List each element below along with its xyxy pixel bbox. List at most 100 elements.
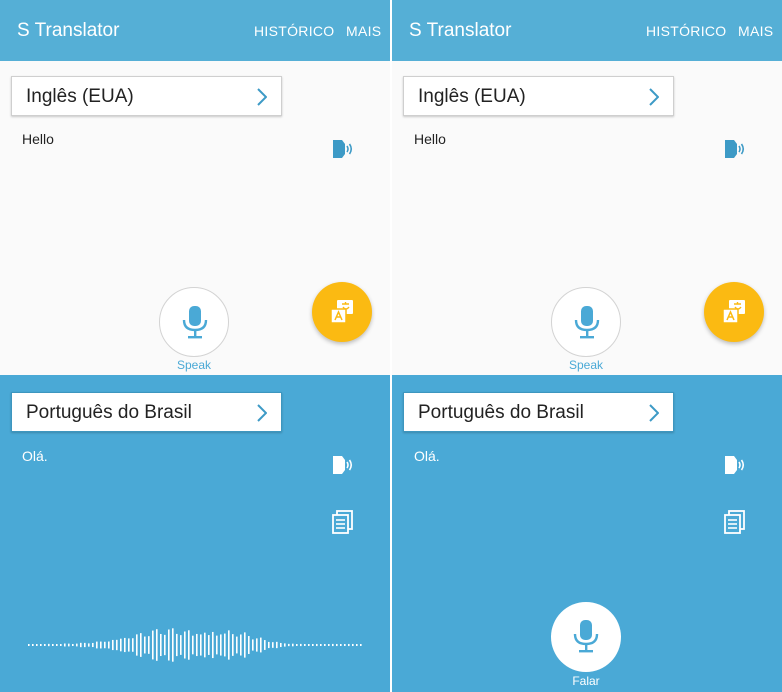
waveform-bar: [256, 638, 258, 652]
waveform-bar: [220, 634, 222, 656]
waveform-bar: [236, 636, 238, 654]
waveform-bar: [268, 641, 270, 649]
waveform-bar: [152, 630, 154, 660]
waveform-bar: [336, 643, 338, 647]
waveform-bar: [28, 644, 30, 646]
waveform-bar: [80, 642, 82, 648]
speak-source-button[interactable]: [551, 287, 621, 357]
waveform-bar: [320, 644, 322, 646]
waveform-bar: [172, 628, 174, 662]
waveform-bar: [240, 634, 242, 656]
swap-languages-button[interactable]: [704, 282, 764, 342]
speak-source-label: Speak: [176, 358, 212, 372]
waveform-bar: [180, 635, 182, 655]
chevron-right-icon: [257, 88, 267, 106]
waveform-bar: [216, 635, 218, 655]
app-title: S Translator: [17, 20, 120, 41]
speak-target-button[interactable]: [551, 602, 621, 672]
waveform-bar: [140, 633, 142, 657]
target-section: Português do Brasil Olá. Falar: [392, 375, 782, 692]
source-language-selector[interactable]: Inglês (EUA): [11, 76, 282, 116]
waveform-bar: [84, 642, 86, 648]
translator-panel-left: S Translator HISTÓRICO MAIS Inglês (EUA)…: [0, 0, 390, 692]
waveform-bar: [332, 643, 334, 647]
waveform-bar: [248, 636, 250, 654]
waveform-bar: [356, 644, 358, 646]
source-language-selector[interactable]: Inglês (EUA): [403, 76, 674, 116]
audio-waveform-icon: [28, 628, 362, 662]
waveform-bar: [316, 643, 318, 647]
waveform-bar: [136, 634, 138, 656]
waveform-bar: [292, 643, 294, 647]
microphone-icon: [573, 620, 599, 653]
waveform-bar: [284, 643, 286, 647]
app-bar: S Translator HISTÓRICO MAIS: [392, 0, 782, 61]
speaker-icon[interactable]: [330, 137, 354, 161]
waveform-bar: [252, 639, 254, 651]
source-text: Hello: [22, 131, 54, 147]
source-language-label: Inglês (EUA): [26, 86, 134, 107]
waveform-bar: [156, 629, 158, 661]
waveform-bar: [192, 635, 194, 655]
waveform-bar: [148, 636, 150, 654]
target-language-selector[interactable]: Português do Brasil: [403, 392, 674, 432]
waveform-bar: [204, 632, 206, 658]
target-language-selector[interactable]: Português do Brasil: [11, 392, 282, 432]
waveform-bar: [308, 644, 310, 646]
waveform-bar: [264, 640, 266, 650]
app-title: S Translator: [409, 20, 512, 41]
waveform-bar: [168, 629, 170, 661]
waveform-bar: [276, 641, 278, 649]
copy-icon[interactable]: [331, 510, 355, 534]
target-text: Olá.: [414, 448, 440, 464]
speak-source-button[interactable]: [159, 287, 229, 357]
waveform-bar: [244, 632, 246, 658]
waveform-bar: [108, 641, 110, 649]
waveform-bar: [344, 644, 346, 646]
waveform-bar: [228, 630, 230, 660]
waveform-bar: [164, 634, 166, 656]
speak-source-label: Speak: [568, 358, 604, 372]
waveform-bar: [348, 643, 350, 647]
waveform-bar: [120, 638, 122, 652]
swap-languages-button[interactable]: [312, 282, 372, 342]
waveform-bar: [200, 634, 202, 656]
app-bar: S Translator HISTÓRICO MAIS: [0, 0, 390, 61]
more-menu-button[interactable]: MAIS: [738, 23, 773, 39]
waveform-bar: [232, 634, 234, 656]
waveform-bar: [100, 641, 102, 649]
waveform-bar: [340, 644, 342, 646]
chevron-right-icon: [649, 404, 659, 422]
waveform-bar: [312, 644, 314, 646]
speaker-icon[interactable]: [722, 137, 746, 161]
waveform-bar: [96, 641, 98, 649]
target-text: Olá.: [22, 448, 48, 464]
waveform-bar: [112, 639, 114, 651]
waveform-bar: [260, 637, 262, 653]
waveform-bar: [300, 643, 302, 647]
history-menu-button[interactable]: HISTÓRICO: [646, 23, 726, 39]
waveform-bar: [124, 637, 126, 653]
waveform-bar: [132, 638, 134, 652]
waveform-bar: [88, 643, 90, 647]
speaker-icon[interactable]: [722, 453, 746, 477]
waveform-bar: [360, 644, 362, 646]
waveform-bar: [176, 633, 178, 657]
copy-icon[interactable]: [723, 510, 747, 534]
source-text: Hello: [414, 131, 446, 147]
translate-swap-icon: [330, 300, 353, 324]
waveform-bar: [272, 642, 274, 648]
waveform-bar: [116, 639, 118, 651]
waveform-bar: [208, 635, 210, 655]
waveform-bar: [68, 643, 70, 647]
waveform-bar: [196, 633, 198, 657]
chevron-right-icon: [649, 88, 659, 106]
waveform-bar: [48, 643, 50, 647]
history-menu-button[interactable]: HISTÓRICO: [254, 23, 334, 39]
translator-panel-right: S Translator HISTÓRICO MAIS Inglês (EUA)…: [392, 0, 782, 692]
waveform-bar: [36, 644, 38, 646]
more-menu-button[interactable]: MAIS: [346, 23, 381, 39]
target-section: Português do Brasil Olá.: [0, 375, 390, 692]
speaker-icon[interactable]: [330, 453, 354, 477]
waveform-bar: [184, 631, 186, 659]
